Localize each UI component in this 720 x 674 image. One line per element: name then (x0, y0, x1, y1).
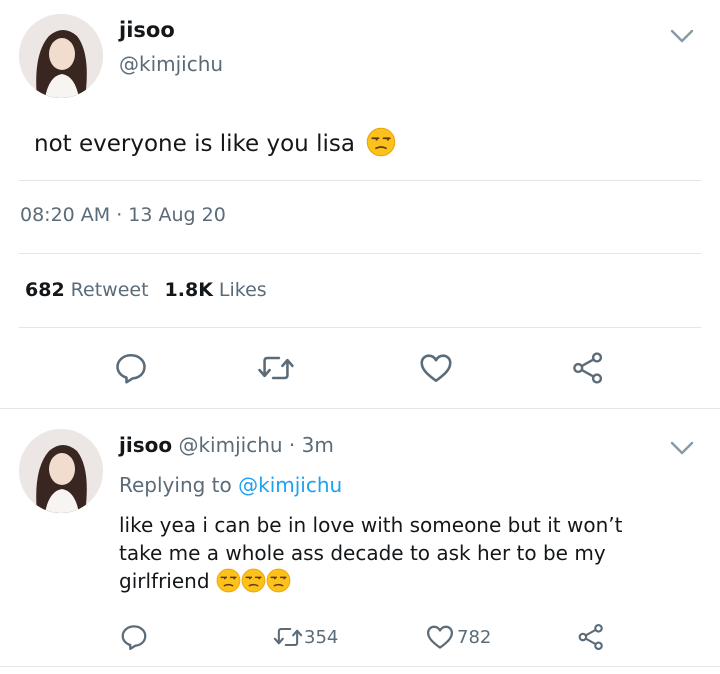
like-label[interactable]: Likes (219, 279, 267, 301)
reply-like-count: 782 (457, 626, 492, 648)
like-count[interactable]: 1.8K (165, 279, 213, 301)
divider (19, 327, 701, 328)
share-icon[interactable] (570, 350, 606, 386)
divider (0, 408, 720, 409)
reply-share-icon[interactable] (576, 622, 606, 652)
reply-avatar[interactable] (19, 429, 103, 513)
retweet-count[interactable]: 682 (25, 279, 65, 301)
reply-line-1: like yea i can be in love with someone b… (119, 513, 623, 537)
reply-time[interactable]: · 3m (289, 433, 334, 457)
tweet-text: not everyone is like you lisa (34, 127, 396, 157)
retweet-icon[interactable] (256, 350, 296, 386)
replying-handle-link[interactable]: @kimjichu (238, 473, 342, 497)
reply-retweet-count: 354 (304, 626, 339, 648)
unamused-face-icon (366, 127, 396, 157)
divider (19, 253, 701, 254)
tweet-timestamp[interactable]: 08:20 AM · 13 Aug 20 (20, 204, 226, 226)
author-name[interactable]: jisoo (119, 18, 175, 42)
replying-to: Replying to @kimjichu (119, 473, 342, 497)
reply-body: like yea i can be in love with someone b… (119, 511, 622, 595)
reply-chevron-down-icon[interactable] (668, 438, 696, 458)
reply-retweet-icon[interactable] (272, 623, 304, 651)
author-handle[interactable]: @kimjichu (119, 52, 223, 76)
reply-header: jisoo @kimjichu · 3m (119, 433, 334, 457)
retweet-label[interactable]: Retweet (71, 279, 149, 301)
replying-prefix: Replying to (119, 473, 232, 497)
divider (0, 666, 720, 667)
reply-heart-icon[interactable] (425, 622, 455, 652)
heart-icon[interactable] (417, 350, 455, 386)
reply-line-2: take me a whole ass decade to ask her to… (119, 541, 606, 565)
chevron-down-icon[interactable] (668, 26, 696, 46)
reply-line-3-wrap: girlfriend (119, 567, 622, 595)
unamused-face-icon (266, 568, 291, 593)
unamused-face-icon (241, 568, 266, 593)
reply-icon[interactable] (113, 350, 149, 386)
unamused-face-icon (216, 568, 241, 593)
reply-author-name[interactable]: jisoo (119, 433, 172, 457)
avatar[interactable] (19, 14, 103, 98)
tweet-body: not everyone is like you lisa (34, 131, 355, 157)
reply-author-handle[interactable]: @kimjichu (178, 433, 282, 457)
reply-reply-icon[interactable] (119, 622, 149, 652)
reply-line-3: girlfriend (119, 569, 210, 593)
reply-like[interactable]: 782 (425, 622, 491, 652)
divider (19, 180, 701, 181)
tweet-stats: 682 Retweet 1.8K Likes (25, 279, 267, 301)
reply-retweet[interactable]: 354 (272, 623, 338, 651)
